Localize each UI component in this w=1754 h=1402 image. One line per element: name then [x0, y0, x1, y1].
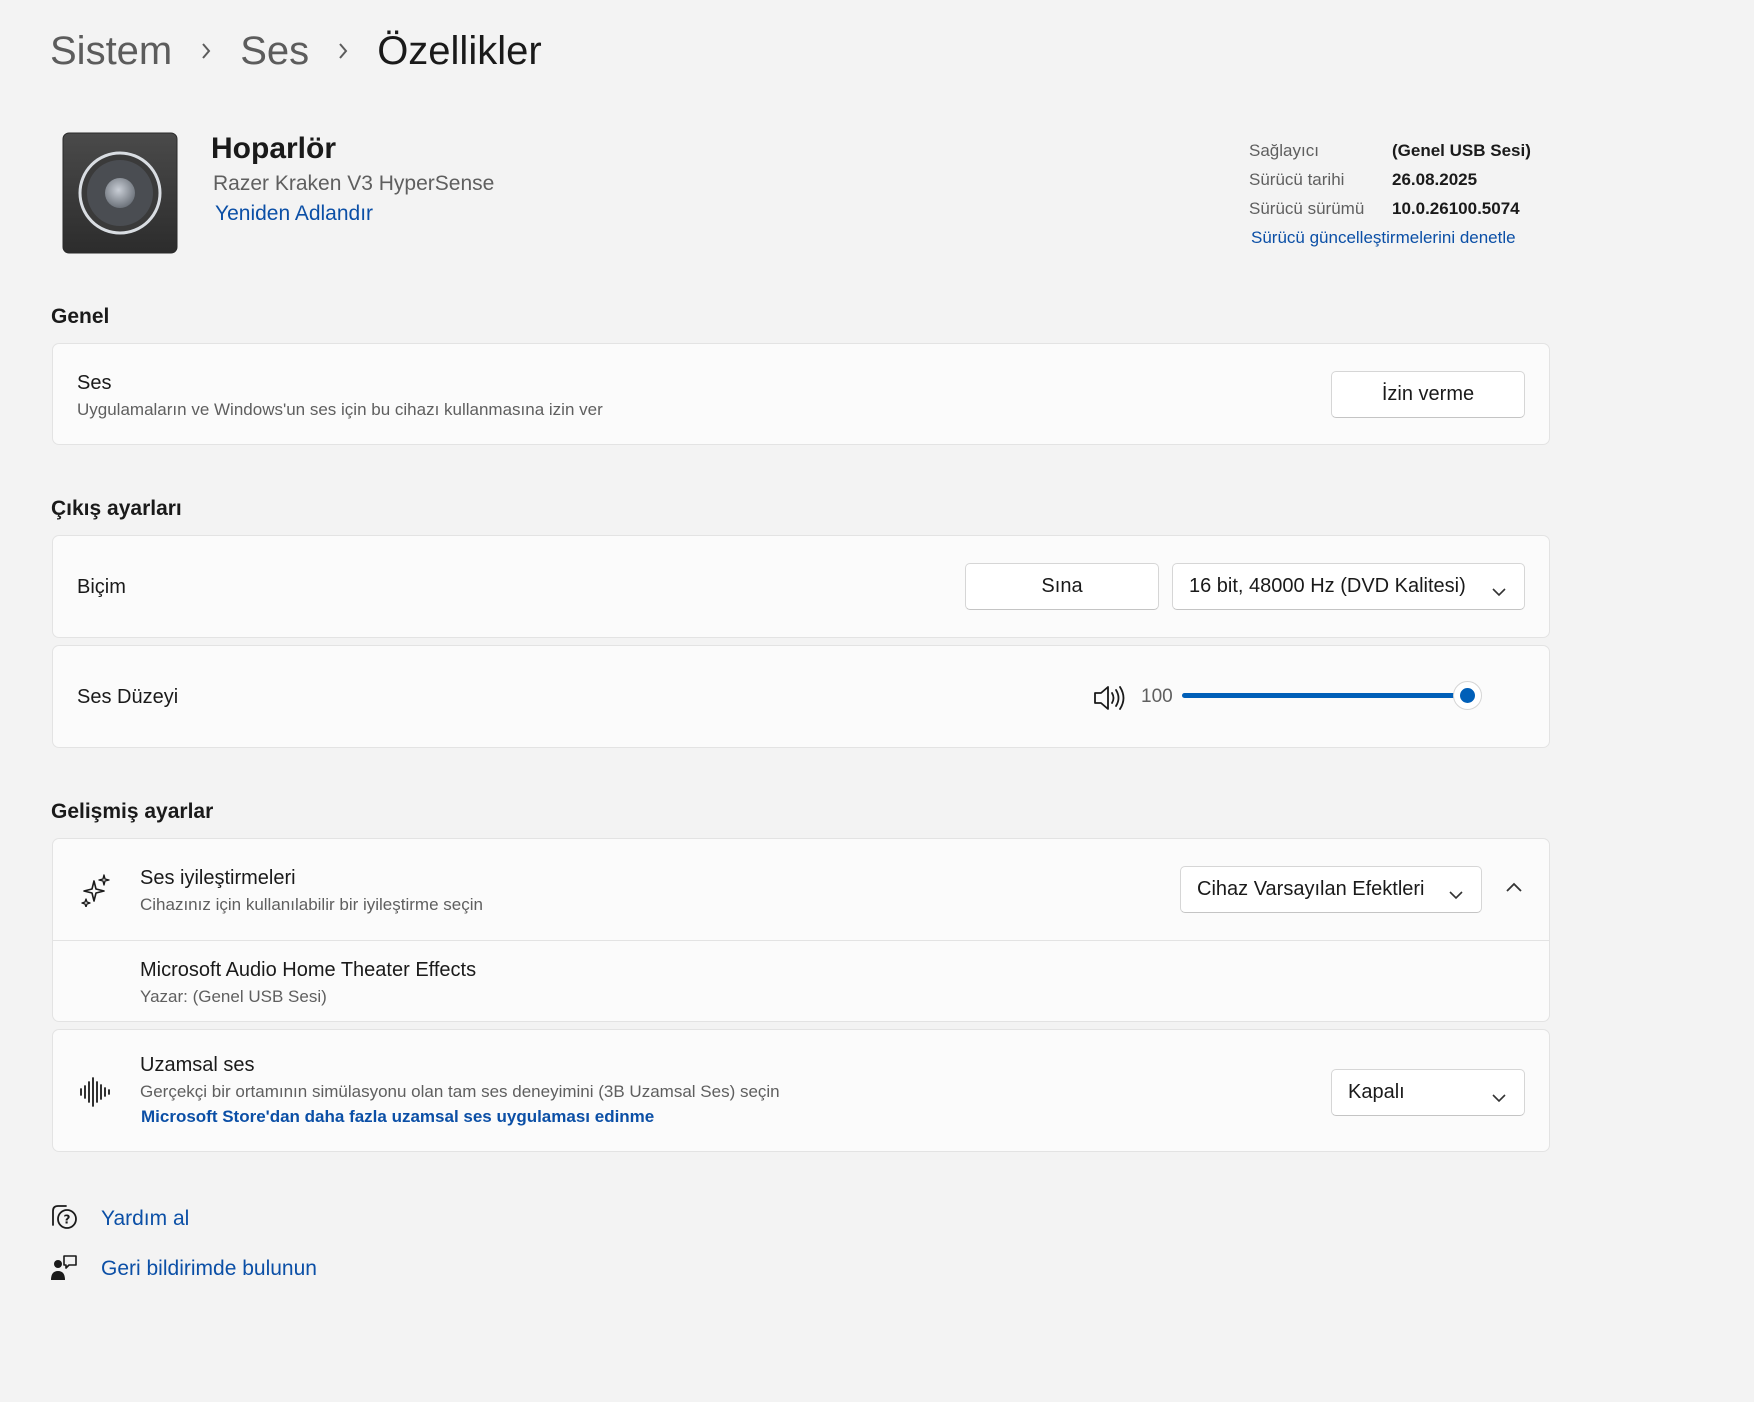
effect-item: Microsoft Audio Home Theater Effects Yaz…: [52, 941, 1550, 1022]
driver-row-provider: Sağlayıcı (Genel USB Sesi): [1249, 136, 1549, 165]
feedback-link[interactable]: Geri bildirimde bulunun: [101, 1257, 317, 1281]
audio-title: Ses: [77, 372, 112, 394]
store-link[interactable]: Microsoft Store'dan daha fazla uzamsal s…: [141, 1107, 654, 1127]
help-icon: ?: [50, 1203, 78, 1236]
device-name: Hoparlör: [211, 132, 337, 165]
format-card: Biçim Sına 16 bit, 48000 Hz (DVD Kalites…: [52, 535, 1550, 638]
sparkle-icon: [80, 873, 112, 912]
help-link[interactable]: Yardım al: [101, 1207, 189, 1231]
format-title: Biçim: [77, 576, 126, 598]
chevron-right-icon: [172, 41, 240, 61]
svg-text:?: ?: [64, 1213, 71, 1227]
driver-label: Sürücü tarihi: [1249, 169, 1345, 189]
volume-slider-thumb[interactable]: [1453, 681, 1482, 710]
chevron-down-icon: [1492, 581, 1506, 604]
driver-value: 26.08.2025: [1392, 169, 1478, 189]
section-title-advanced: Gelişmiş ayarlar: [51, 800, 214, 823]
driver-info: Sağlayıcı (Genel USB Sesi) Sürücü tarihi…: [1249, 136, 1549, 223]
breadcrumb-ses[interactable]: Ses: [240, 29, 309, 74]
audio-card: Ses Uygulamaların ve Windows'un ses için…: [52, 343, 1550, 445]
volume-value: 100: [1141, 686, 1173, 707]
feedback-icon: [50, 1254, 78, 1287]
device-model: Razer Kraken V3 HyperSense: [213, 172, 495, 195]
spatial-card: Uzamsal ses Gerçekçi bir ortamının simül…: [52, 1029, 1550, 1152]
slider-thumb-dot: [1460, 688, 1475, 703]
breadcrumb-sistem[interactable]: Sistem: [50, 29, 172, 74]
enhancements-dropdown[interactable]: Cihaz Varsayılan Efektleri: [1180, 866, 1482, 913]
chevron-down-icon: [1492, 1087, 1506, 1110]
breadcrumb-ozellikler: Özellikler: [377, 28, 542, 73]
effect-title: Microsoft Audio Home Theater Effects: [140, 959, 477, 981]
spatial-subtitle: Gerçekçi bir ortamının simülasyonu olan …: [140, 1082, 780, 1101]
format-dropdown-value: 16 bit, 48000 Hz (DVD Kalitesi): [1189, 575, 1466, 597]
chevron-down-icon: [1449, 884, 1463, 907]
rename-link[interactable]: Yeniden Adlandır: [215, 202, 373, 226]
section-title-general: Genel: [51, 305, 110, 328]
test-button[interactable]: Sına: [965, 563, 1159, 610]
driver-update-link[interactable]: Sürücü güncelleştirmelerini denetle: [1251, 228, 1516, 248]
enhancements-title: Ses iyileştirmeleri: [140, 867, 296, 889]
driver-value: (Genel USB Sesi): [1392, 140, 1531, 160]
format-dropdown[interactable]: 16 bit, 48000 Hz (DVD Kalitesi): [1172, 563, 1525, 610]
driver-label: Sağlayıcı: [1249, 140, 1319, 160]
driver-label: Sürücü sürümü: [1249, 198, 1365, 218]
driver-row-date: Sürücü tarihi 26.08.2025: [1249, 165, 1549, 194]
spatial-title: Uzamsal ses: [140, 1054, 255, 1076]
speaker-icon: [62, 132, 178, 259]
deny-button[interactable]: İzin verme: [1331, 371, 1525, 418]
volume-slider-track[interactable]: [1182, 693, 1467, 698]
enhancements-subtitle: Cihazınız için kullanılabilir bir iyileş…: [140, 895, 483, 914]
speaker-volume-icon[interactable]: [1093, 684, 1127, 717]
effect-author: Yazar: (Genel USB Sesi): [140, 987, 327, 1006]
waveform-icon: [79, 1076, 111, 1113]
breadcrumb: Sistem Ses Özellikler: [50, 24, 542, 78]
driver-value: 10.0.26100.5074: [1392, 198, 1520, 218]
audio-subtitle: Uygulamaların ve Windows'un ses için bu …: [77, 400, 603, 419]
driver-row-version: Sürücü sürümü 10.0.26100.5074: [1249, 194, 1549, 223]
volume-title: Ses Düzeyi: [77, 686, 179, 708]
spatial-dropdown-value: Kapalı: [1348, 1081, 1405, 1103]
enhancements-card: Ses iyileştirmeleri Cihazınız için kulla…: [52, 838, 1550, 941]
section-title-output: Çıkış ayarları: [51, 497, 182, 520]
enhancements-dropdown-value: Cihaz Varsayılan Efektleri: [1197, 878, 1425, 900]
spatial-dropdown[interactable]: Kapalı: [1331, 1069, 1525, 1116]
chevron-right-icon: [309, 41, 377, 61]
chevron-up-icon[interactable]: [1505, 881, 1523, 900]
